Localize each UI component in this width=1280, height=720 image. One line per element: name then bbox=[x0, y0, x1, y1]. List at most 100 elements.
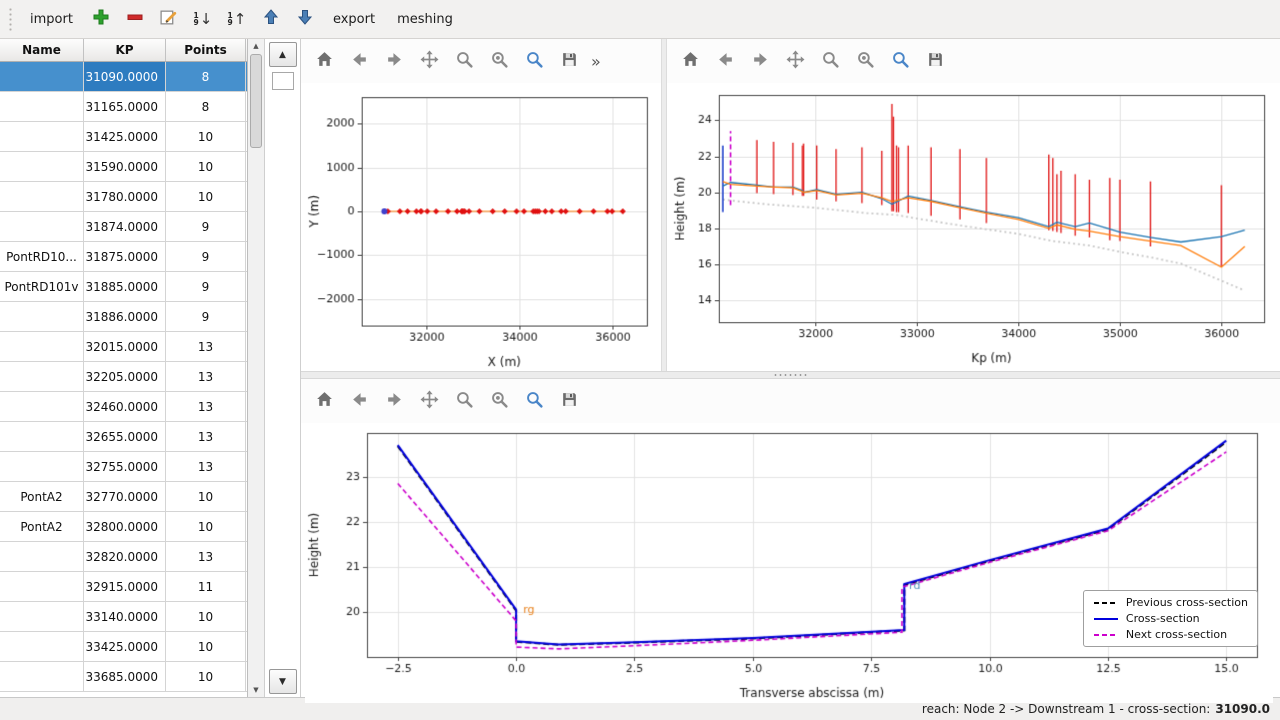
customize-button[interactable] bbox=[519, 386, 549, 416]
cell-points[interactable]: 13 bbox=[166, 392, 246, 421]
cell-name[interactable] bbox=[0, 422, 84, 451]
cell-kp[interactable]: 33425.0000 bbox=[84, 632, 166, 661]
table-row[interactable]: 33140.000010 bbox=[0, 602, 247, 632]
save-button[interactable] bbox=[554, 46, 584, 76]
cell-kp[interactable]: 31780.0000 bbox=[84, 182, 166, 211]
cell-name[interactable] bbox=[0, 302, 84, 331]
table-row[interactable]: 32205.000013 bbox=[0, 362, 247, 392]
cell-kp[interactable]: 33140.0000 bbox=[84, 602, 166, 631]
cell-kp[interactable]: 32460.0000 bbox=[84, 392, 166, 421]
cell-points[interactable]: 13 bbox=[166, 542, 246, 571]
customize-button[interactable] bbox=[519, 46, 549, 76]
meshing-button[interactable]: meshing bbox=[388, 7, 462, 32]
splitter-grip[interactable] bbox=[773, 373, 809, 377]
table-row[interactable]: 31886.00009 bbox=[0, 302, 247, 332]
pan-button[interactable] bbox=[414, 386, 444, 416]
cell-name[interactable]: PontRD101v bbox=[0, 272, 84, 301]
header-points[interactable]: Points bbox=[166, 39, 246, 61]
table-row[interactable]: 31090.00008 bbox=[0, 62, 247, 92]
cell-name[interactable] bbox=[0, 662, 84, 691]
save-button[interactable] bbox=[920, 46, 950, 76]
cell-points[interactable]: 13 bbox=[166, 452, 246, 481]
cell-name[interactable] bbox=[0, 362, 84, 391]
cell-kp[interactable]: 31590.0000 bbox=[84, 152, 166, 181]
scrollbar-thumb[interactable] bbox=[250, 54, 262, 148]
cell-kp[interactable]: 33685.0000 bbox=[84, 662, 166, 691]
plan-plot-canvas[interactable] bbox=[305, 85, 659, 372]
header-name[interactable]: Name bbox=[0, 39, 84, 61]
forward-button[interactable] bbox=[379, 46, 409, 76]
horizontal-splitter[interactable] bbox=[301, 371, 1280, 379]
cell-name[interactable] bbox=[0, 602, 84, 631]
add-cross-section-button[interactable] bbox=[86, 5, 116, 33]
cell-points[interactable]: 10 bbox=[166, 632, 246, 661]
panel-scroll-up-button[interactable]: ▲ bbox=[269, 42, 297, 67]
panel-scroll-thumb[interactable] bbox=[272, 72, 294, 90]
cell-name[interactable] bbox=[0, 62, 84, 91]
move-up-button[interactable] bbox=[256, 5, 286, 33]
back-button[interactable] bbox=[344, 46, 374, 76]
pan-button[interactable] bbox=[780, 46, 810, 76]
scrollbar-down-button[interactable]: ▼ bbox=[248, 683, 264, 697]
panel-scroll-down-button[interactable]: ▼ bbox=[269, 669, 297, 694]
cell-kp[interactable]: 31165.0000 bbox=[84, 92, 166, 121]
home-button[interactable] bbox=[309, 46, 339, 76]
cell-name[interactable] bbox=[0, 92, 84, 121]
cell-points[interactable]: 9 bbox=[166, 242, 246, 271]
table-row[interactable]: 31425.000010 bbox=[0, 122, 247, 152]
cell-points[interactable]: 13 bbox=[166, 332, 246, 361]
cell-kp[interactable]: 31885.0000 bbox=[84, 272, 166, 301]
cell-points[interactable]: 8 bbox=[166, 62, 246, 91]
cell-points[interactable]: 9 bbox=[166, 212, 246, 241]
cell-points[interactable]: 13 bbox=[166, 362, 246, 391]
cell-kp[interactable]: 32655.0000 bbox=[84, 422, 166, 451]
subplots-button[interactable] bbox=[484, 386, 514, 416]
cell-kp[interactable]: 32820.0000 bbox=[84, 542, 166, 571]
cross-section-canvas[interactable] bbox=[305, 423, 1273, 703]
table-row[interactable]: 32655.000013 bbox=[0, 422, 247, 452]
home-button[interactable] bbox=[675, 46, 705, 76]
scrollbar-track[interactable] bbox=[248, 53, 264, 683]
cell-name[interactable] bbox=[0, 632, 84, 661]
table-row[interactable]: 32820.000013 bbox=[0, 542, 247, 572]
cell-name[interactable]: PontA2 bbox=[0, 482, 84, 511]
cell-points[interactable]: 10 bbox=[166, 512, 246, 541]
cell-points[interactable]: 10 bbox=[166, 602, 246, 631]
cell-points[interactable]: 10 bbox=[166, 182, 246, 211]
cell-kp[interactable]: 31425.0000 bbox=[84, 122, 166, 151]
back-button[interactable] bbox=[344, 386, 374, 416]
table-row[interactable]: PontRD10...31875.00009 bbox=[0, 242, 247, 272]
zoom-button[interactable] bbox=[815, 46, 845, 76]
cell-points[interactable]: 10 bbox=[166, 662, 246, 691]
forward-button[interactable] bbox=[379, 386, 409, 416]
home-button[interactable] bbox=[309, 386, 339, 416]
table-row[interactable]: PontRD101v31885.00009 bbox=[0, 272, 247, 302]
cell-name[interactable] bbox=[0, 122, 84, 151]
subplots-button[interactable] bbox=[484, 46, 514, 76]
table-row[interactable]: 33685.000010 bbox=[0, 662, 247, 692]
header-kp[interactable]: KP bbox=[84, 39, 166, 61]
cell-kp[interactable]: 32800.0000 bbox=[84, 512, 166, 541]
cell-name[interactable] bbox=[0, 542, 84, 571]
table-row[interactable]: 32915.000011 bbox=[0, 572, 247, 602]
zoom-button[interactable] bbox=[449, 386, 479, 416]
cell-points[interactable]: 11 bbox=[166, 572, 246, 601]
save-button[interactable] bbox=[554, 386, 584, 416]
table-row[interactable]: 31165.00008 bbox=[0, 92, 247, 122]
cell-kp[interactable]: 32015.0000 bbox=[84, 332, 166, 361]
table-row[interactable]: 32015.000013 bbox=[0, 332, 247, 362]
toolbar-extension-button[interactable]: » bbox=[591, 52, 601, 71]
forward-button[interactable] bbox=[745, 46, 775, 76]
cell-points[interactable]: 10 bbox=[166, 152, 246, 181]
scrollbar-up-button[interactable]: ▲ bbox=[248, 39, 264, 53]
move-down-button[interactable] bbox=[290, 5, 320, 33]
pan-button[interactable] bbox=[414, 46, 444, 76]
cell-kp[interactable]: 31875.0000 bbox=[84, 242, 166, 271]
cell-points[interactable]: 9 bbox=[166, 272, 246, 301]
zoom-button[interactable] bbox=[449, 46, 479, 76]
cell-name[interactable] bbox=[0, 152, 84, 181]
export-button[interactable]: export bbox=[324, 7, 384, 32]
back-button[interactable] bbox=[710, 46, 740, 76]
cell-kp[interactable]: 32770.0000 bbox=[84, 482, 166, 511]
cell-name[interactable] bbox=[0, 572, 84, 601]
